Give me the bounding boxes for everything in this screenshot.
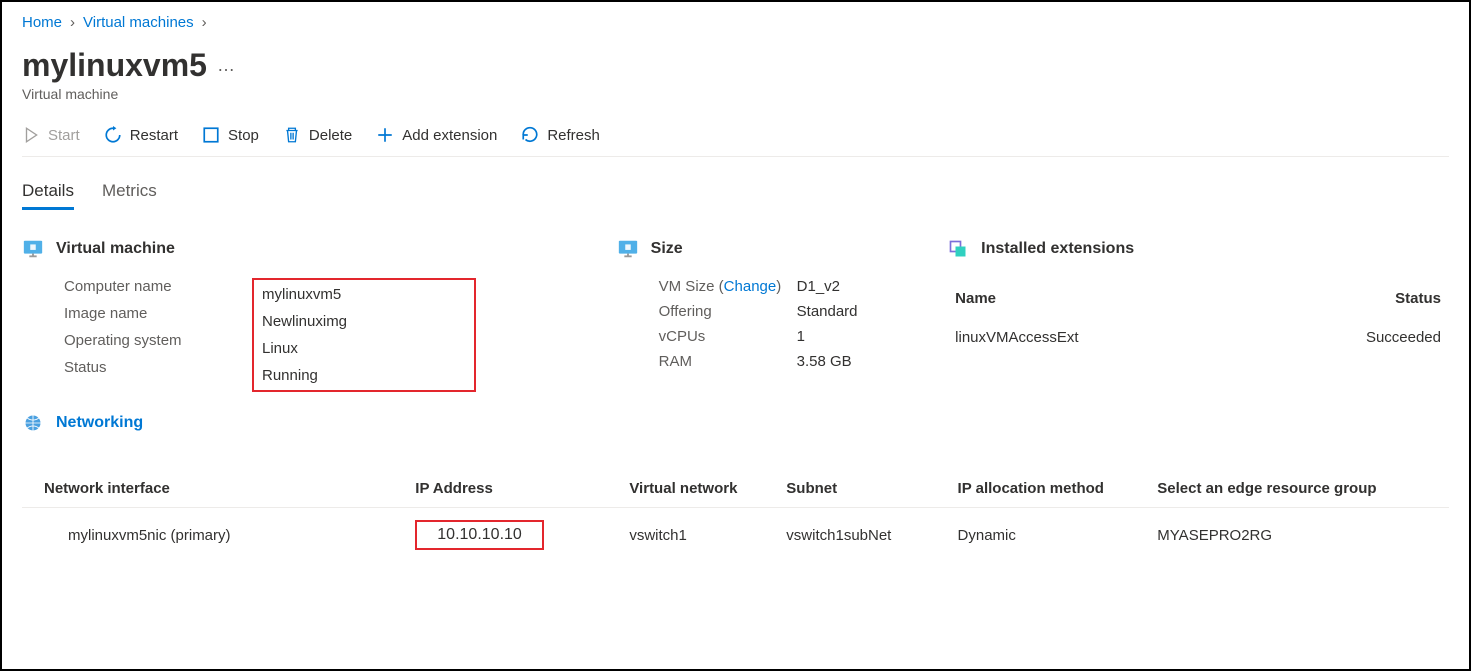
section-vm-title: Virtual machine [56,240,175,258]
plus-icon [376,126,394,144]
toolbar: Start Restart Stop Delete Add extension … [22,120,1449,157]
label-vm-size-text: VM Size [659,278,715,295]
net-ip-highlight: 10.10.10.10 [415,520,544,550]
net-header-edge: Select an edge resource group [1149,470,1449,508]
section-size-header: Size [617,238,908,260]
net-edge: MYASEPRO2RG [1149,508,1449,563]
ext-name: linuxVMAccessExt [949,319,1251,356]
value-vm-size: D1_v2 [797,278,908,295]
label-vm-size: VM Size (Change) [617,278,797,295]
value-offering: Standard [797,303,908,320]
restart-button[interactable]: Restart [104,126,178,144]
value-os: Linux [262,340,466,357]
section-vm-header: Virtual machine [22,238,577,260]
page-title: mylinuxvm5 [22,47,207,84]
tab-metrics[interactable]: Metrics [102,175,157,210]
restart-label: Restart [130,127,178,144]
net-nic: mylinuxvm5nic (primary) [22,508,407,563]
stop-icon [202,126,220,144]
tab-details[interactable]: Details [22,175,74,210]
section-extensions-title: Installed extensions [981,240,1134,258]
value-vcpus: 1 [797,328,908,345]
value-ram: 3.58 GB [797,353,908,370]
more-actions-button[interactable]: … [217,55,237,76]
net-header-alloc: IP allocation method [950,470,1150,508]
extension-icon [947,238,969,260]
start-label: Start [48,127,80,144]
ext-header-status: Status [1253,280,1447,317]
extensions-table: Name Status linuxVMAccessExt Succeeded [947,278,1449,358]
start-button: Start [22,126,80,144]
trash-icon [283,126,301,144]
label-image-name: Image name [22,305,252,322]
tabs: Details Metrics [22,175,1449,210]
net-vnet: vswitch1 [621,508,778,563]
chevron-right-icon: › [202,14,207,31]
refresh-button[interactable]: Refresh [521,126,600,144]
add-extension-label: Add extension [402,127,497,144]
refresh-label: Refresh [547,127,600,144]
label-vcpus: vCPUs [617,328,797,345]
add-extension-button[interactable]: Add extension [376,126,497,144]
label-os: Operating system [22,332,252,349]
net-alloc: Dynamic [950,508,1150,563]
networking-table: Network interface IP Address Virtual net… [22,470,1449,562]
value-computer-name: mylinuxvm5 [262,284,466,303]
value-image-name: Newlinuximg [262,313,466,330]
breadcrumb-vms[interactable]: Virtual machines [83,14,194,31]
delete-label: Delete [309,127,352,144]
vm-values-highlight: mylinuxvm5 Newlinuximg Linux Running [252,278,476,392]
label-status: Status [22,359,252,376]
section-networking-header[interactable]: Networking [22,412,577,434]
extension-row[interactable]: linuxVMAccessExt Succeeded [949,319,1447,356]
label-offering: Offering [617,303,797,320]
globe-icon [22,412,44,434]
net-subnet: vswitch1subNet [778,508,949,563]
ext-status: Succeeded [1253,319,1447,356]
change-size-link[interactable]: Change [724,278,777,295]
stop-button[interactable]: Stop [202,126,259,144]
breadcrumb-home[interactable]: Home [22,14,62,31]
net-header-ip: IP Address [407,470,621,508]
section-size-title: Size [651,240,683,258]
net-header-subnet: Subnet [778,470,949,508]
chevron-right-icon: › [70,14,75,31]
vm-icon [22,238,44,260]
refresh-icon [521,126,539,144]
vm-icon [617,238,639,260]
stop-label: Stop [228,127,259,144]
value-status: Running [262,367,466,386]
label-computer-name: Computer name [22,278,252,295]
restart-icon [104,126,122,144]
net-header-nic: Network interface [22,470,407,508]
breadcrumb: Home › Virtual machines › [22,14,1449,31]
net-header-vnet: Virtual network [621,470,778,508]
net-ip-cell: 10.10.10.10 [407,508,621,563]
page-subtitle: Virtual machine [22,86,1449,102]
ext-header-name: Name [949,280,1251,317]
label-ram: RAM [617,353,797,370]
section-networking-title: Networking [56,414,143,432]
play-icon [22,126,40,144]
section-extensions-header: Installed extensions [947,238,1449,260]
network-row[interactable]: mylinuxvm5nic (primary) 10.10.10.10 vswi… [22,508,1449,563]
delete-button[interactable]: Delete [283,126,352,144]
